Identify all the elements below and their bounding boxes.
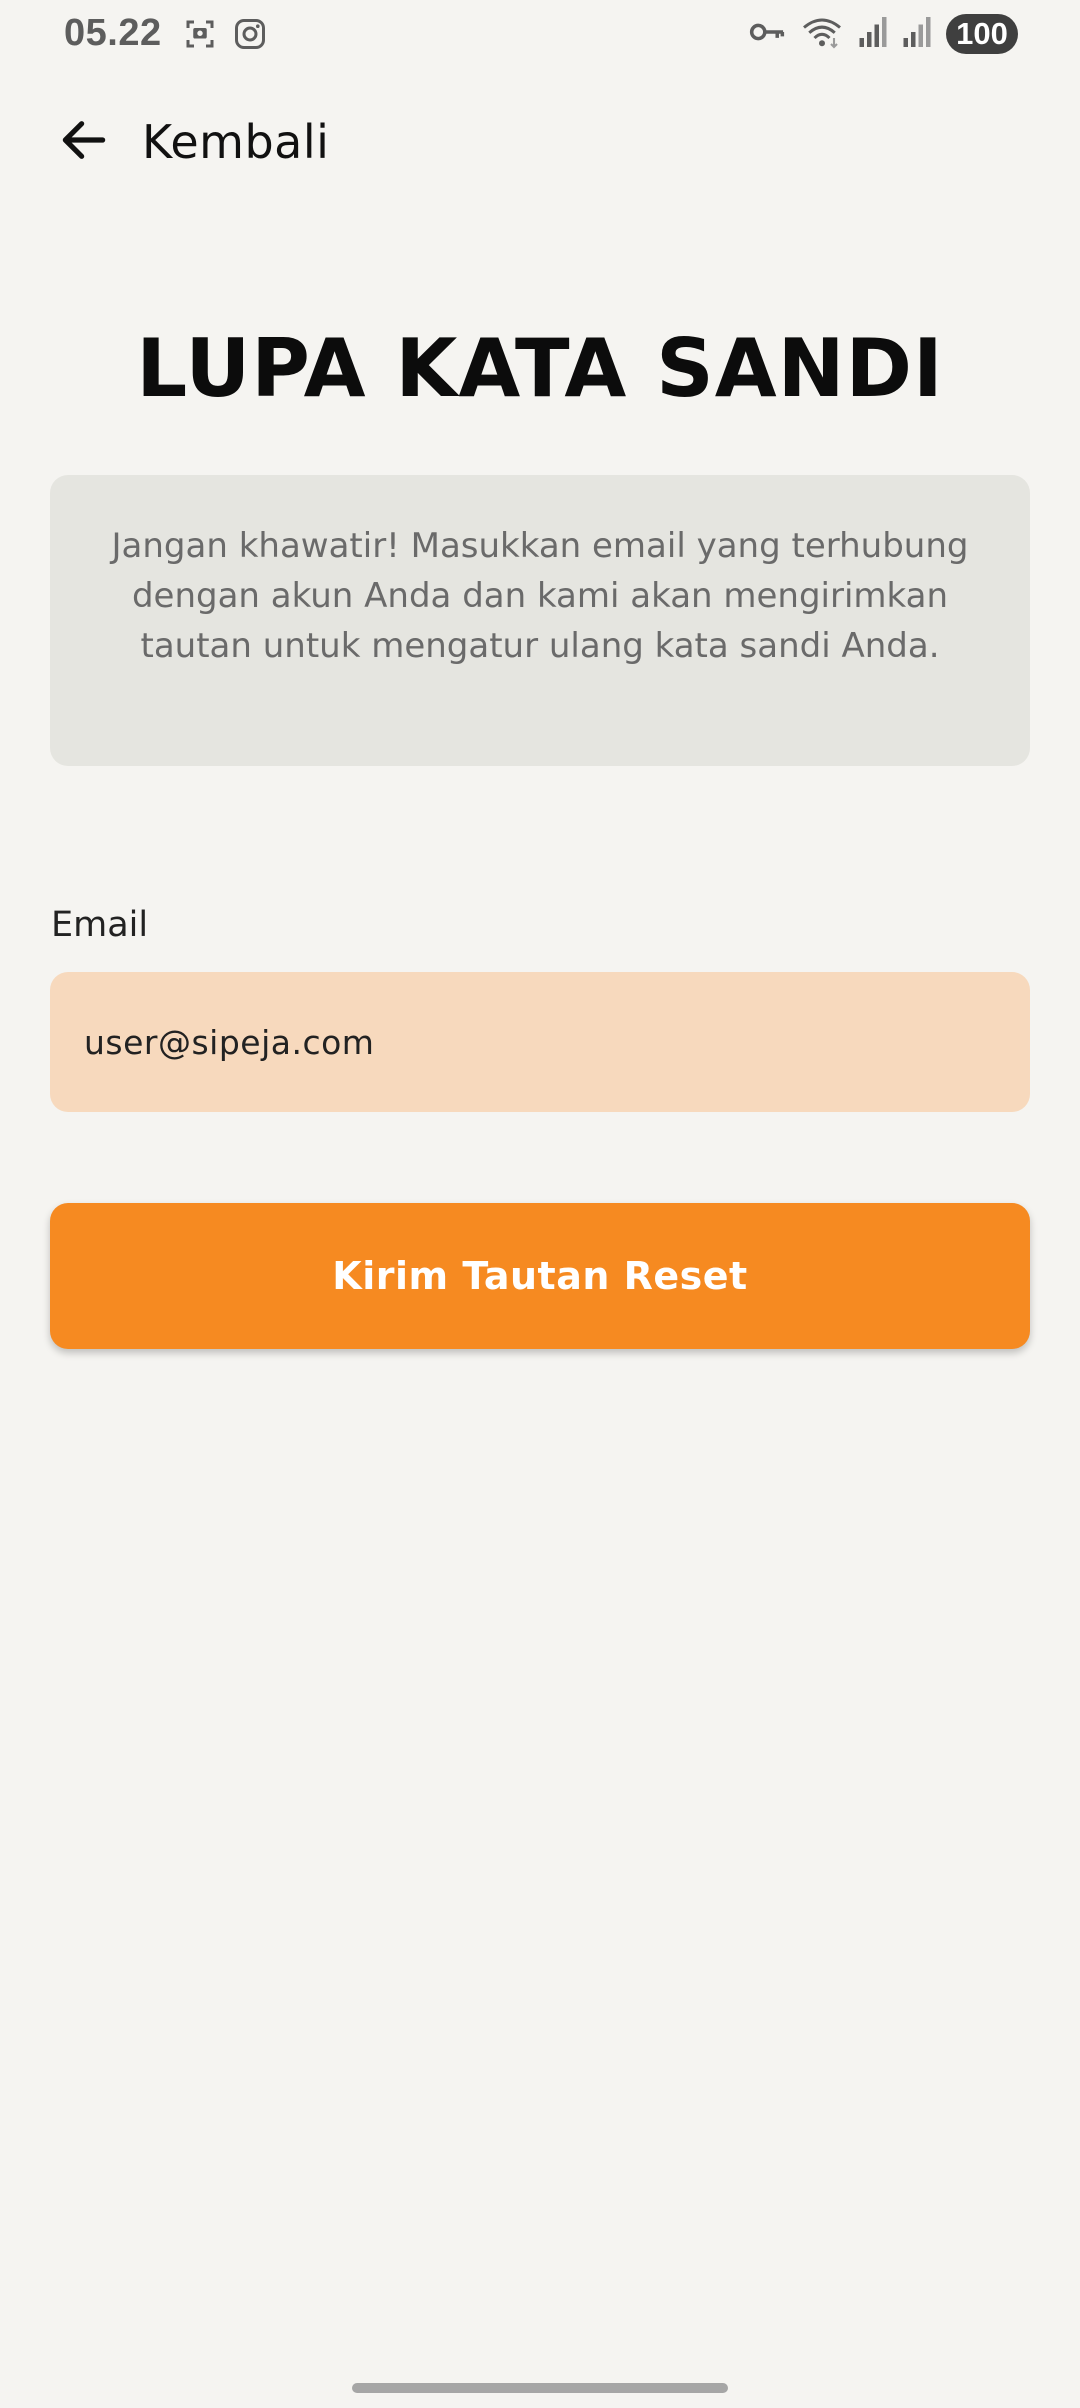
back-button[interactable]: Kembali	[56, 112, 329, 172]
page-title: LUPA KATA SANDI	[136, 322, 944, 415]
signal-icon	[902, 14, 932, 54]
home-indicator[interactable]	[352, 2383, 728, 2393]
status-time: 05.22	[64, 12, 162, 54]
instagram-icon	[232, 16, 268, 56]
arrow-left-icon	[56, 112, 112, 172]
status-system-icons: 100	[748, 14, 1018, 54]
back-label: Kembali	[142, 115, 330, 169]
info-card: Jangan khawatir! Masukkan email yang ter…	[50, 475, 1030, 766]
status-bar: 05.22 100	[0, 0, 1080, 72]
signal-icon	[858, 14, 888, 54]
battery-indicator: 100	[946, 14, 1018, 54]
screenshot-icon	[182, 16, 218, 56]
send-reset-link-button[interactable]: Kirim Tautan Reset	[50, 1203, 1030, 1349]
info-text: Jangan khawatir! Masukkan email yang ter…	[111, 526, 969, 666]
wifi-icon	[800, 14, 844, 54]
email-field[interactable]	[50, 972, 1030, 1112]
status-notification-icons	[182, 16, 268, 56]
vpn-key-icon	[748, 14, 786, 54]
email-label: Email	[51, 905, 149, 945]
